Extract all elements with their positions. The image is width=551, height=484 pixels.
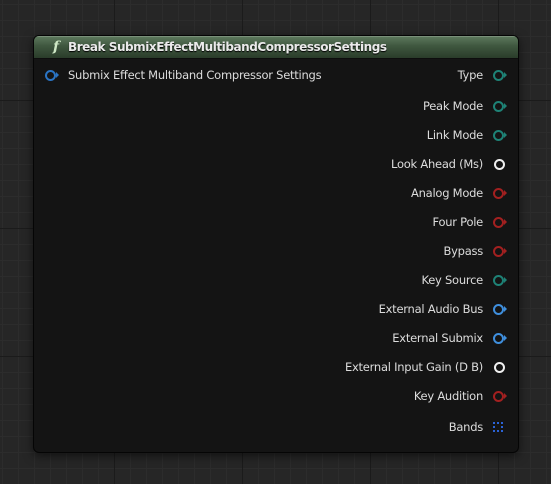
object-pin-icon[interactable] bbox=[492, 302, 507, 316]
output-pin-label: Bypass bbox=[443, 244, 483, 258]
output-pin-external-input-gain: External Input Gain (D B) bbox=[345, 359, 506, 375]
output-pin-label: External Submix bbox=[392, 331, 483, 345]
output-pin-peak-mode: Peak Mode bbox=[422, 98, 507, 114]
output-pin-type: Type bbox=[457, 67, 507, 83]
output-pin-label: Key Source bbox=[421, 273, 483, 287]
float-pin-icon[interactable] bbox=[492, 157, 506, 171]
output-pin-label: Peak Mode bbox=[422, 99, 483, 113]
array-pin-icon[interactable] bbox=[492, 420, 506, 434]
output-pin-external-audio-bus: External Audio Bus bbox=[378, 301, 507, 317]
output-pin-label: Type bbox=[457, 68, 484, 82]
output-pin-bands: Bands bbox=[449, 419, 506, 435]
enum-pin-icon[interactable] bbox=[492, 273, 507, 287]
output-pin-link-mode: Link Mode bbox=[426, 127, 507, 143]
output-pin-label: Link Mode bbox=[426, 128, 484, 142]
bool-pin-icon[interactable] bbox=[492, 244, 507, 258]
output-pin-bypass: Bypass bbox=[443, 243, 507, 259]
output-pin-look-ahead: Look Ahead (Ms) bbox=[391, 156, 506, 172]
bool-pin-icon[interactable] bbox=[492, 389, 507, 403]
output-pin-label: Four Pole bbox=[432, 215, 484, 229]
output-pin-label: Look Ahead (Ms) bbox=[391, 157, 483, 171]
input-pin-row: Submix Effect Multiband Compressor Setti… bbox=[44, 67, 322, 83]
float-pin-icon[interactable] bbox=[492, 360, 506, 374]
output-pin-label: External Input Gain (D B) bbox=[344, 360, 483, 374]
output-pin-key-audition: Key Audition bbox=[413, 388, 507, 404]
enum-pin-icon[interactable] bbox=[492, 68, 507, 82]
output-pin-analog-mode: Analog Mode bbox=[411, 185, 507, 201]
node-header[interactable]: f Break SubmixEffectMultibandCompressorS… bbox=[34, 36, 518, 59]
output-pin-external-submix: External Submix bbox=[392, 330, 507, 346]
bool-pin-icon[interactable] bbox=[492, 186, 507, 200]
output-pin-label: Analog Mode bbox=[411, 186, 483, 200]
enum-pin-icon[interactable] bbox=[492, 128, 507, 142]
function-icon: f bbox=[52, 39, 60, 55]
output-pin-label: Key Audition bbox=[413, 389, 483, 403]
bool-pin-icon[interactable] bbox=[492, 215, 507, 229]
node-title: Break SubmixEffectMultibandCompressorSet… bbox=[68, 40, 387, 54]
object-pin-icon[interactable] bbox=[492, 331, 507, 345]
output-pin-label: Bands bbox=[448, 420, 484, 434]
struct-pin-icon[interactable] bbox=[44, 68, 59, 82]
input-pin-label: Submix Effect Multiband Compressor Setti… bbox=[68, 68, 322, 82]
output-pin-four-pole: Four Pole bbox=[433, 214, 507, 230]
break-struct-node[interactable]: f Break SubmixEffectMultibandCompressorS… bbox=[33, 35, 519, 453]
output-pin-key-source: Key Source bbox=[421, 272, 507, 288]
enum-pin-icon[interactable] bbox=[492, 99, 507, 113]
output-pin-label: External Audio Bus bbox=[378, 302, 484, 316]
